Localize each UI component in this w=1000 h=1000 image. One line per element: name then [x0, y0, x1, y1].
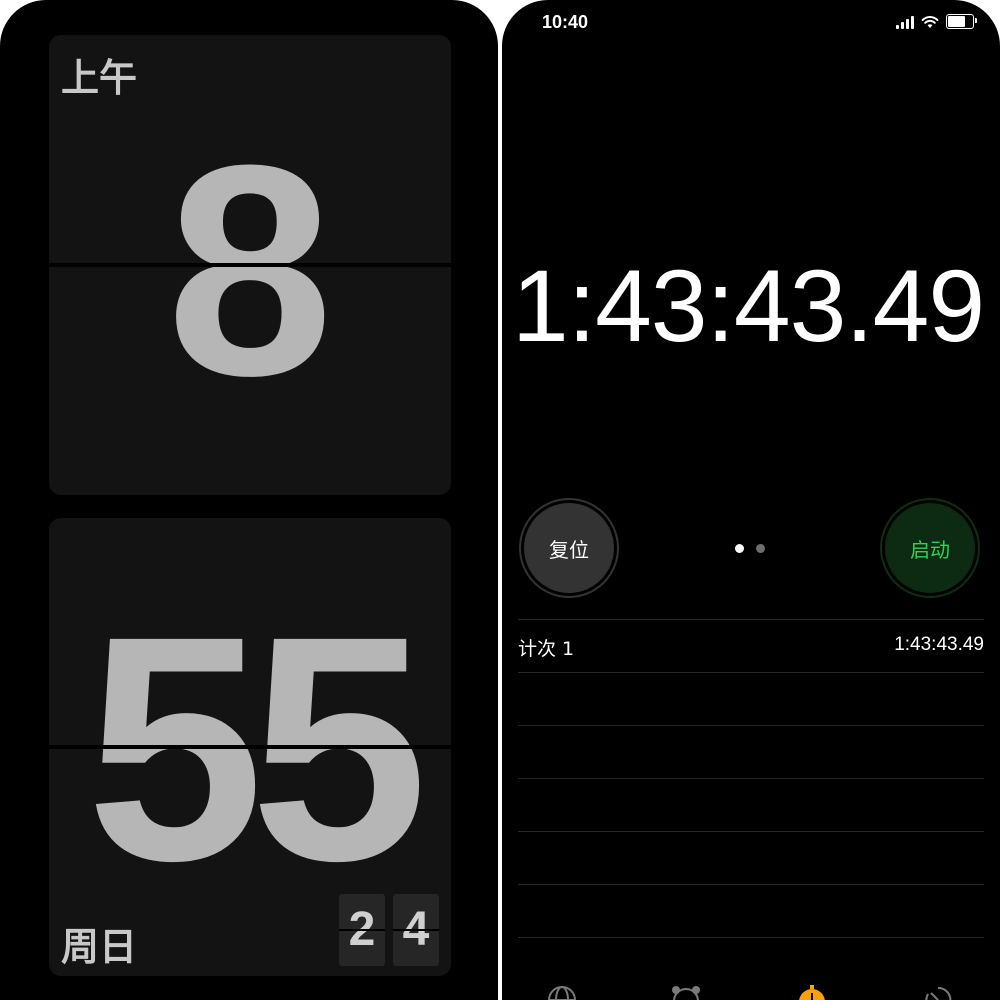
- start-button[interactable]: 启动: [880, 498, 980, 598]
- weekday-label: 周日: [61, 925, 138, 969]
- stopwatch-screen: 10:40 1:43:43.49 复位 启动 计次 1 1:43:43.49: [502, 0, 1000, 1000]
- ampm-label: 上午: [61, 56, 138, 100]
- lap-time: 1:43:43.49: [894, 634, 984, 655]
- flip-clock-screen: 上午 8 55 周日 2 4: [0, 0, 498, 1000]
- lap-divider: [518, 778, 984, 779]
- status-bar: 10:40: [502, 0, 1000, 46]
- lap-row: 计次 1 1:43:43.49: [518, 620, 984, 672]
- reset-button-label: 复位: [524, 503, 614, 593]
- alarm-icon[interactable]: [670, 984, 702, 1000]
- date-ones-digit: 4: [393, 894, 439, 966]
- hour-flip-card: 上午 8: [49, 35, 451, 495]
- hour-digit: 8: [166, 102, 334, 438]
- flip-divider: [49, 745, 451, 749]
- timer-icon[interactable]: [922, 984, 954, 1000]
- status-icons: [896, 14, 977, 29]
- page-indicator[interactable]: [735, 544, 765, 553]
- lap-divider: [518, 884, 984, 885]
- page-dot-active[interactable]: [735, 544, 744, 553]
- lap-divider: [518, 672, 984, 673]
- flip-divider: [49, 263, 451, 267]
- page-dot[interactable]: [756, 544, 765, 553]
- minute-flip-card: 55 周日 2 4: [49, 518, 451, 976]
- start-button-label: 启动: [885, 503, 975, 593]
- cellular-signal-icon: [896, 15, 914, 29]
- lap-label: 计次 1: [518, 638, 575, 660]
- status-time: 10:40: [542, 12, 589, 32]
- globe-icon[interactable]: [546, 984, 578, 1000]
- battery-icon: [946, 14, 977, 29]
- stopwatch-elapsed-time: 1:43:43.49: [512, 249, 985, 363]
- lap-divider: [518, 725, 984, 726]
- date-tens-digit: 2: [339, 894, 385, 966]
- lap-divider: [518, 937, 984, 938]
- stopwatch-icon[interactable]: [796, 984, 828, 1000]
- wifi-icon: [921, 15, 939, 28]
- reset-button[interactable]: 复位: [519, 498, 619, 598]
- lap-divider: [518, 831, 984, 832]
